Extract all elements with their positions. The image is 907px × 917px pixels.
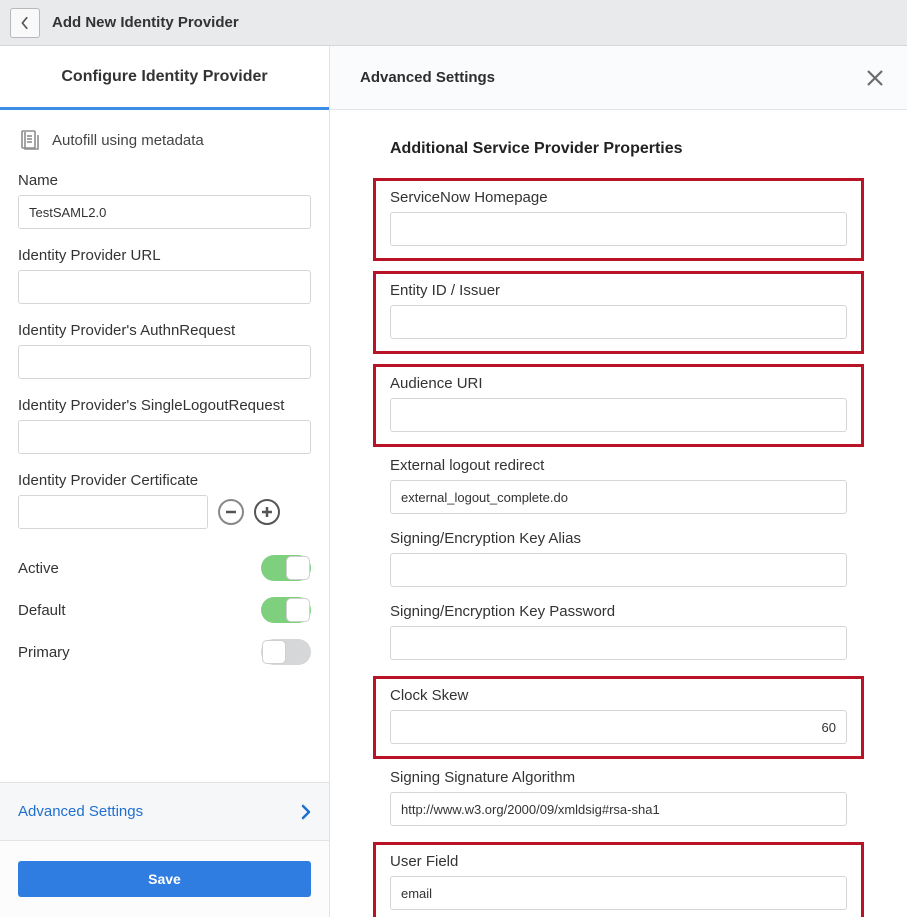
chevron-right-icon bbox=[301, 804, 311, 820]
left-panel-header: Configure Identity Provider bbox=[0, 46, 329, 110]
idp-url-label: Identity Provider URL bbox=[18, 247, 311, 264]
close-icon bbox=[866, 69, 884, 87]
entity-id-input[interactable] bbox=[390, 305, 847, 339]
primary-toggle[interactable] bbox=[261, 639, 311, 665]
slo-input[interactable] bbox=[18, 420, 311, 454]
page-title: Add New Identity Provider bbox=[52, 14, 239, 31]
key-password-label: Signing/Encryption Key Password bbox=[390, 603, 847, 620]
close-button[interactable] bbox=[863, 66, 887, 90]
key-password-input[interactable] bbox=[390, 626, 847, 660]
advanced-settings-row[interactable]: Advanced Settings bbox=[0, 782, 329, 840]
save-button[interactable]: Save bbox=[18, 861, 311, 897]
section-title: Additional Service Provider Properties bbox=[390, 140, 847, 158]
chevron-left-icon bbox=[20, 16, 30, 30]
left-panel: Configure Identity Provider Autofill usi… bbox=[0, 46, 330, 917]
name-label: Name bbox=[18, 172, 311, 189]
left-panel-title: Configure Identity Provider bbox=[61, 68, 267, 86]
key-alias-input[interactable] bbox=[390, 553, 847, 587]
clock-skew-label: Clock Skew bbox=[390, 687, 847, 704]
autofill-label: Autofill using metadata bbox=[52, 132, 204, 149]
back-button[interactable] bbox=[10, 8, 40, 38]
certificate-input[interactable] bbox=[19, 496, 208, 528]
homepage-input[interactable] bbox=[390, 212, 847, 246]
advanced-settings-label: Advanced Settings bbox=[18, 803, 143, 820]
add-certificate-button[interactable] bbox=[254, 499, 280, 525]
document-icon bbox=[18, 128, 42, 152]
right-panel-header: Advanced Settings bbox=[330, 46, 907, 110]
authnrequest-label: Identity Provider's AuthnRequest bbox=[18, 322, 311, 339]
primary-label: Primary bbox=[18, 644, 70, 661]
name-input[interactable] bbox=[18, 195, 311, 229]
active-label: Active bbox=[18, 560, 59, 577]
right-panel: Advanced Settings Additional Service Pro… bbox=[330, 46, 907, 917]
key-alias-label: Signing/Encryption Key Alias bbox=[390, 530, 847, 547]
default-toggle[interactable] bbox=[261, 597, 311, 623]
signature-algorithm-label: Signing Signature Algorithm bbox=[390, 769, 847, 786]
remove-certificate-button[interactable] bbox=[218, 499, 244, 525]
external-logout-label: External logout redirect bbox=[390, 457, 847, 474]
entity-id-label: Entity ID / Issuer bbox=[390, 282, 847, 299]
active-toggle[interactable] bbox=[261, 555, 311, 581]
idp-url-input[interactable] bbox=[18, 270, 311, 304]
autofill-row[interactable]: Autofill using metadata bbox=[18, 128, 311, 152]
top-bar: Add New Identity Provider bbox=[0, 0, 907, 46]
plus-icon bbox=[261, 506, 273, 518]
certificate-label: Identity Provider Certificate bbox=[18, 472, 311, 489]
authnrequest-input[interactable] bbox=[18, 345, 311, 379]
external-logout-input[interactable] bbox=[390, 480, 847, 514]
clock-skew-input[interactable] bbox=[390, 710, 847, 744]
audience-uri-label: Audience URI bbox=[390, 375, 847, 392]
right-panel-title: Advanced Settings bbox=[360, 69, 495, 86]
minus-icon bbox=[225, 506, 237, 518]
homepage-label: ServiceNow Homepage bbox=[390, 189, 847, 206]
audience-uri-input[interactable] bbox=[390, 398, 847, 432]
user-field-label: User Field bbox=[390, 853, 847, 870]
user-field-input[interactable] bbox=[390, 876, 847, 910]
default-label: Default bbox=[18, 602, 66, 619]
slo-label: Identity Provider's SingleLogoutRequest bbox=[18, 397, 311, 414]
signature-algorithm-input[interactable] bbox=[390, 792, 847, 826]
